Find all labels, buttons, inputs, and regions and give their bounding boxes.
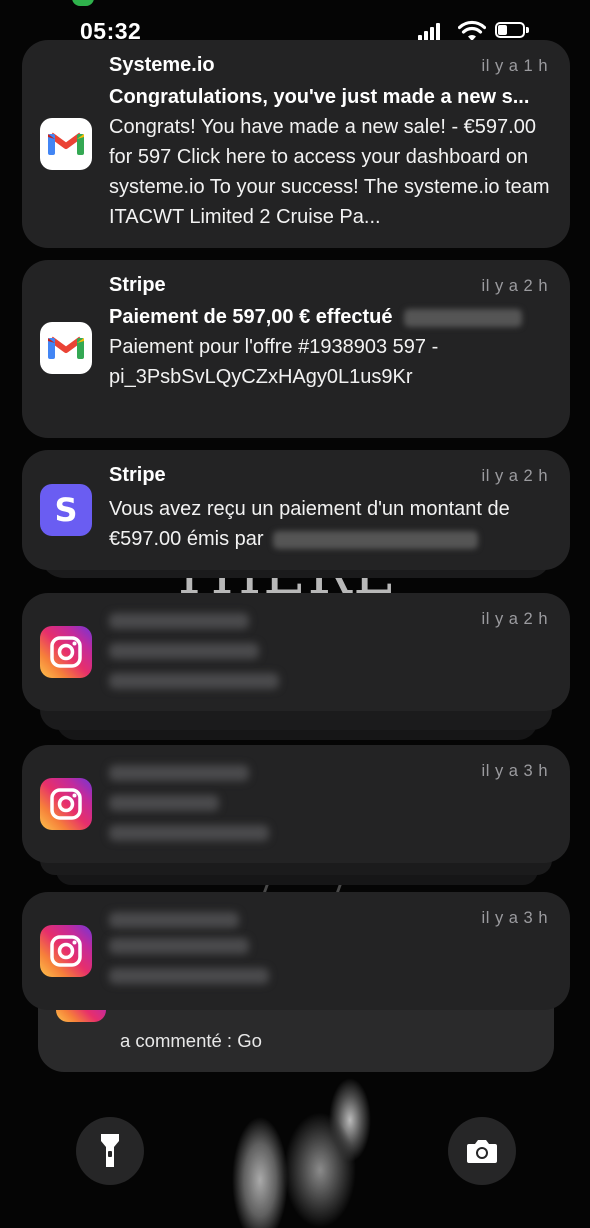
redacted-email xyxy=(404,308,523,327)
redacted-body xyxy=(109,968,269,984)
notification-instagram-1[interactable]: il y a 2 h xyxy=(22,593,570,711)
notification-subject-row: Paiement de 597,00 € effectué xyxy=(109,306,523,329)
notification-time: il y a 3 h xyxy=(481,909,548,927)
notification-app-name: Systeme.io xyxy=(109,54,215,76)
battery-icon xyxy=(495,22,533,40)
instagram-icon xyxy=(40,626,92,678)
notification-time: il y a 2 h xyxy=(481,467,548,485)
redacted-title xyxy=(109,912,239,928)
notification-subject: Paiement de 597,00 € effectué xyxy=(109,306,393,328)
notification-subject: Congratulations, you've just made a new … xyxy=(109,86,530,108)
notification-instagram-2[interactable]: il y a 3 h xyxy=(22,745,570,863)
camera-icon xyxy=(467,1140,497,1163)
redacted-subtitle xyxy=(109,938,249,954)
flashlight-button[interactable] xyxy=(76,1117,144,1185)
camera-button[interactable] xyxy=(448,1117,516,1185)
redacted-body xyxy=(109,825,269,841)
redacted-title xyxy=(109,613,249,629)
redacted-body xyxy=(109,673,279,689)
notification-time: il y a 2 h xyxy=(481,277,548,295)
gmail-icon xyxy=(40,322,92,374)
notification-time: il y a 1 h xyxy=(481,57,548,75)
notification-body: Paiement pour l'offre #1938903 597 - pi_… xyxy=(109,336,439,388)
wallpaper-statue xyxy=(200,1060,390,1228)
instagram-icon xyxy=(40,778,92,830)
redacted-title xyxy=(109,765,249,781)
notification-systeme[interactable]: Systeme.io il y a 1 h Congratulations, y… xyxy=(22,40,570,248)
redacted-subtitle xyxy=(109,795,219,811)
notification-stripe-app[interactable]: S Stripe il y a 2 h Vous avez reçu un pa… xyxy=(22,450,570,570)
flashlight-icon xyxy=(101,1134,119,1167)
notification-app-name: Stripe xyxy=(109,274,166,296)
notification-app-name: Stripe xyxy=(109,464,166,486)
notification-time: il y a 3 h xyxy=(481,762,548,780)
wifi-icon xyxy=(458,20,486,41)
notification-stripe-email[interactable]: Stripe il y a 2 h Paiement de 597,00 € e… xyxy=(22,260,570,438)
signal-icon xyxy=(418,23,442,41)
notification-instagram-3[interactable]: il y a 3 h xyxy=(22,892,570,1010)
notification-body-row: Vous avez reçu un paiement d'un montant … xyxy=(109,494,550,554)
notification-comment-text: a commenté : Go xyxy=(120,1030,262,1051)
stripe-icon: S xyxy=(40,484,92,536)
gmail-icon xyxy=(40,118,92,170)
active-indicator xyxy=(72,0,94,6)
redacted-subtitle xyxy=(109,643,259,659)
instagram-icon xyxy=(40,925,92,977)
notification-time: il y a 2 h xyxy=(481,610,548,628)
redacted-sender xyxy=(273,530,479,549)
notification-body: Congrats! You have made a new sale! - €5… xyxy=(109,116,550,228)
